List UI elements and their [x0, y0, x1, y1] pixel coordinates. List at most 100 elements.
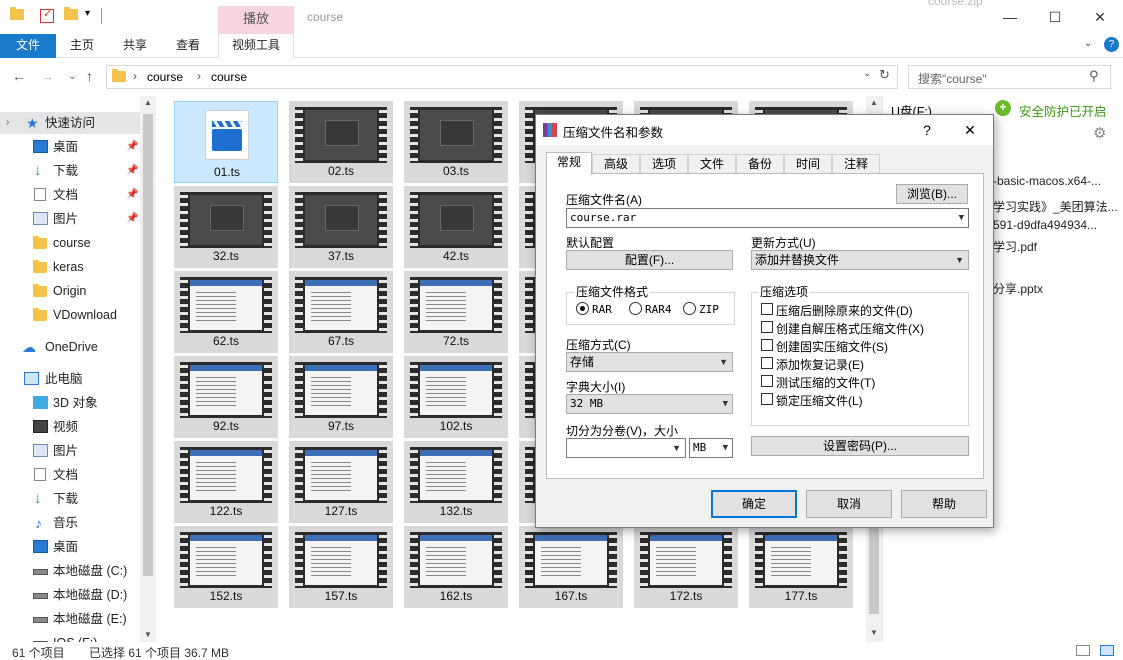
- scroll-up-icon[interactable]: ▲: [870, 98, 878, 107]
- file-tile[interactable]: 157.ts: [289, 526, 393, 608]
- breadcrumb-course-2[interactable]: course: [211, 70, 247, 84]
- nav-item-documents[interactable]: 文档 📌: [0, 184, 140, 206]
- config-button[interactable]: 配置(F)...: [566, 250, 733, 270]
- set-password-button[interactable]: 设置密码(P)...: [751, 436, 969, 456]
- tab-backup[interactable]: 备份: [736, 154, 784, 174]
- large-icons-view-icon[interactable]: [1100, 645, 1114, 656]
- tab-share[interactable]: 共享: [112, 34, 158, 58]
- split-unit-select[interactable]: MB ▼: [689, 438, 733, 458]
- split-size-field[interactable]: ▼: [566, 438, 686, 458]
- nav-item-pc-desktop[interactable]: 桌面: [0, 536, 140, 558]
- right-panel-item[interactable]: 学习.pdf: [993, 238, 1037, 255]
- maximize-button[interactable]: ☐: [1040, 6, 1070, 30]
- checkbox-test[interactable]: [761, 375, 773, 387]
- nav-item-drive-d[interactable]: 本地磁盘 (D:): [0, 584, 140, 606]
- tab-advanced[interactable]: 高级: [592, 154, 640, 174]
- scroll-up-icon[interactable]: ▲: [144, 98, 152, 107]
- tab-video-tools[interactable]: 视频工具: [218, 34, 294, 58]
- protection-status[interactable]: 安全防护已开启: [1019, 101, 1107, 120]
- nav-item-videos[interactable]: 视频: [0, 416, 140, 438]
- nav-item-pictures[interactable]: 图片 📌: [0, 208, 140, 230]
- tab-time[interactable]: 时间: [784, 154, 832, 174]
- help-icon[interactable]: ?: [1104, 37, 1119, 52]
- file-tile[interactable]: 177.ts: [749, 526, 853, 608]
- nav-item-drive-e[interactable]: 本地磁盘 (E:): [0, 608, 140, 630]
- file-tile[interactable]: 172.ts: [634, 526, 738, 608]
- file-tile[interactable]: 03.ts: [404, 101, 508, 183]
- file-tile[interactable]: 01.ts: [174, 101, 278, 183]
- refresh-button[interactable]: ↻: [879, 67, 890, 83]
- checkbox-sfx[interactable]: [761, 321, 773, 333]
- file-tile[interactable]: 127.ts: [289, 441, 393, 523]
- close-button[interactable]: ✕: [1085, 6, 1115, 30]
- address-dropdown-icon[interactable]: ⌄: [863, 68, 871, 79]
- file-tile[interactable]: 67.ts: [289, 271, 393, 353]
- right-panel-item[interactable]: 分享.pptx: [993, 280, 1043, 297]
- nav-item-music[interactable]: ♪ 音乐: [0, 512, 140, 534]
- nav-item-pc-documents[interactable]: 文档: [0, 464, 140, 486]
- expand-icon[interactable]: ›: [6, 112, 9, 134]
- file-tile[interactable]: 42.ts: [404, 186, 508, 268]
- right-panel-item[interactable]: 591-d9dfa494934...: [993, 218, 1097, 232]
- pin-icon[interactable]: 📌: [126, 160, 138, 182]
- file-tile[interactable]: 37.ts: [289, 186, 393, 268]
- breadcrumb-course-1[interactable]: course: [147, 70, 183, 84]
- radio-rar4[interactable]: [629, 302, 642, 315]
- tab-home[interactable]: 主页: [58, 34, 106, 58]
- right-panel-item[interactable]: 学习实践》_美团算法...: [993, 198, 1118, 215]
- nav-item-keras[interactable]: keras: [0, 256, 140, 278]
- search-icon[interactable]: ⚲: [1089, 68, 1099, 84]
- pin-icon[interactable]: 📌: [126, 136, 138, 158]
- dialog-close-button[interactable]: ✕: [956, 119, 984, 141]
- address-bar[interactable]: › course › course ⌄ ↻: [106, 65, 898, 89]
- file-tile[interactable]: 62.ts: [174, 271, 278, 353]
- radio-rar[interactable]: [576, 302, 589, 315]
- up-button[interactable]: ↑: [86, 68, 93, 84]
- search-input[interactable]: 搜索"course": [918, 70, 987, 87]
- dialog-help-button[interactable]: ?: [913, 119, 941, 141]
- file-tile[interactable]: 72.ts: [404, 271, 508, 353]
- checkbox-recovery[interactable]: [761, 357, 773, 369]
- right-panel-item[interactable]: -basic-macos.x64-...: [993, 174, 1101, 188]
- properties-icon[interactable]: ✓: [40, 8, 54, 23]
- checkbox-solid[interactable]: [761, 339, 773, 351]
- nav-item-drive-f[interactable]: IOS (F:): [0, 632, 140, 642]
- forward-button[interactable]: →: [40, 68, 54, 84]
- file-tile[interactable]: 97.ts: [289, 356, 393, 438]
- file-tile[interactable]: 152.ts: [174, 526, 278, 608]
- nav-item-drive-c[interactable]: 本地磁盘 (C:): [0, 560, 140, 582]
- file-tile[interactable]: 162.ts: [404, 526, 508, 608]
- file-tile[interactable]: 02.ts: [289, 101, 393, 183]
- file-tile[interactable]: 32.ts: [174, 186, 278, 268]
- new-folder-icon[interactable]: [64, 7, 78, 23]
- nav-item-pc-pictures[interactable]: 图片: [0, 440, 140, 462]
- details-view-icon[interactable]: [1076, 645, 1090, 656]
- dict-select[interactable]: 32 MB ▼: [566, 394, 733, 414]
- tab-files[interactable]: 文件: [688, 154, 736, 174]
- file-tile[interactable]: 132.ts: [404, 441, 508, 523]
- file-tile[interactable]: 122.ts: [174, 441, 278, 523]
- update-mode-select[interactable]: 添加并替换文件 ▼: [751, 250, 969, 270]
- help-button[interactable]: 帮助: [901, 490, 987, 518]
- tab-view[interactable]: 查看: [164, 34, 212, 58]
- tab-options[interactable]: 选项: [640, 154, 688, 174]
- chevron-down-icon[interactable]: ▼: [959, 209, 964, 227]
- back-button[interactable]: ←: [12, 68, 26, 84]
- tab-comment[interactable]: 注释: [832, 154, 880, 174]
- nav-onedrive[interactable]: ☁ OneDrive: [0, 336, 140, 358]
- nav-item-course[interactable]: course: [0, 232, 140, 254]
- expand-ribbon-icon[interactable]: ⌄: [1084, 38, 1092, 49]
- nav-item-desktop[interactable]: 桌面 📌: [0, 136, 140, 158]
- cancel-button[interactable]: 取消: [806, 490, 892, 518]
- nav-item-vdownload[interactable]: VDownload: [0, 304, 140, 326]
- scroll-down-icon[interactable]: ▼: [870, 628, 878, 637]
- scrollbar-thumb[interactable]: [143, 114, 153, 576]
- archive-name-field[interactable]: course.rar ▼: [566, 208, 969, 228]
- nav-this-pc[interactable]: 此电脑: [0, 368, 140, 390]
- file-tile[interactable]: 167.ts: [519, 526, 623, 608]
- recent-locations-icon[interactable]: ⌄: [68, 71, 76, 82]
- nav-item-downloads[interactable]: ↓ 下载 📌: [0, 160, 140, 182]
- chevron-down-icon[interactable]: ▼: [672, 439, 681, 457]
- nav-item-origin[interactable]: Origin: [0, 280, 140, 302]
- pin-icon[interactable]: 📌: [126, 208, 138, 230]
